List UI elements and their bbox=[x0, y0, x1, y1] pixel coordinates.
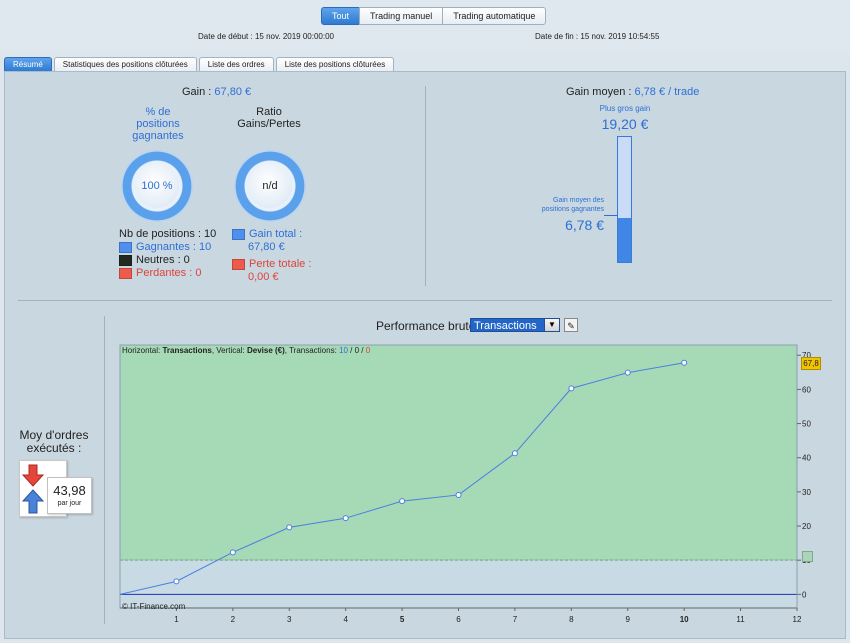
data-point bbox=[568, 385, 575, 392]
y-tick-label: 60 bbox=[802, 385, 811, 394]
threshold-handle[interactable] bbox=[802, 551, 813, 562]
chart-t-loss: 0 bbox=[365, 346, 371, 355]
x-tick-label: 5 bbox=[400, 615, 405, 624]
x-tick-label: 8 bbox=[569, 615, 574, 624]
x-tick-label: 11 bbox=[736, 615, 745, 624]
chart-t-win: 10 bbox=[339, 346, 348, 355]
chart-sep-2: / bbox=[359, 346, 366, 355]
x-tick-label: 10 bbox=[680, 615, 689, 624]
data-point bbox=[342, 515, 349, 522]
x-axis: 1 2 3 4 5 6 7 8 9 10 11 12 bbox=[120, 607, 802, 624]
chart-sep-1: / bbox=[347, 346, 355, 355]
y-tick-label: 40 bbox=[802, 454, 811, 463]
y-tick-label: 20 bbox=[802, 522, 811, 531]
data-point bbox=[173, 578, 180, 585]
y-tick-label: 50 bbox=[802, 420, 811, 429]
data-point bbox=[229, 549, 236, 556]
data-point bbox=[681, 359, 688, 366]
x-tick-label: 2 bbox=[231, 615, 236, 624]
x-tick-label: 6 bbox=[456, 615, 461, 624]
data-point bbox=[286, 524, 293, 531]
chart-header: Horizontal: Transactions, Vertical: Devi… bbox=[122, 346, 370, 355]
y-tick-label: 30 bbox=[802, 488, 811, 497]
x-tick-label: 4 bbox=[343, 615, 348, 624]
chart-h-label: Horizontal: bbox=[122, 346, 161, 355]
data-point bbox=[511, 450, 518, 457]
x-tick-label: 1 bbox=[174, 615, 179, 624]
chart-t-label: , Transactions: bbox=[284, 346, 337, 355]
x-tick-label: 12 bbox=[793, 615, 802, 624]
data-point bbox=[624, 369, 631, 376]
chart-v-label: , Vertical: bbox=[211, 346, 245, 355]
profit-zone bbox=[119, 344, 798, 561]
data-point bbox=[455, 491, 462, 498]
data-point bbox=[399, 498, 406, 505]
chart-copyright: © IT-Finance.com bbox=[122, 602, 186, 611]
y-tick-label: 0 bbox=[802, 590, 807, 599]
y-axis: 010203040506070 bbox=[797, 351, 811, 599]
x-tick-label: 9 bbox=[626, 615, 631, 624]
chart-v-value: Devise (€) bbox=[246, 346, 285, 355]
performance-chart: 010203040506070 123456789101112 bbox=[119, 344, 811, 624]
last-value-badge: 67,8 bbox=[801, 356, 821, 370]
plot-background bbox=[119, 344, 798, 609]
chart-h-value: Transactions bbox=[162, 346, 212, 355]
lower-zone bbox=[120, 560, 797, 608]
x-tick-label: 3 bbox=[287, 615, 292, 624]
x-tick-label: 7 bbox=[513, 615, 518, 624]
